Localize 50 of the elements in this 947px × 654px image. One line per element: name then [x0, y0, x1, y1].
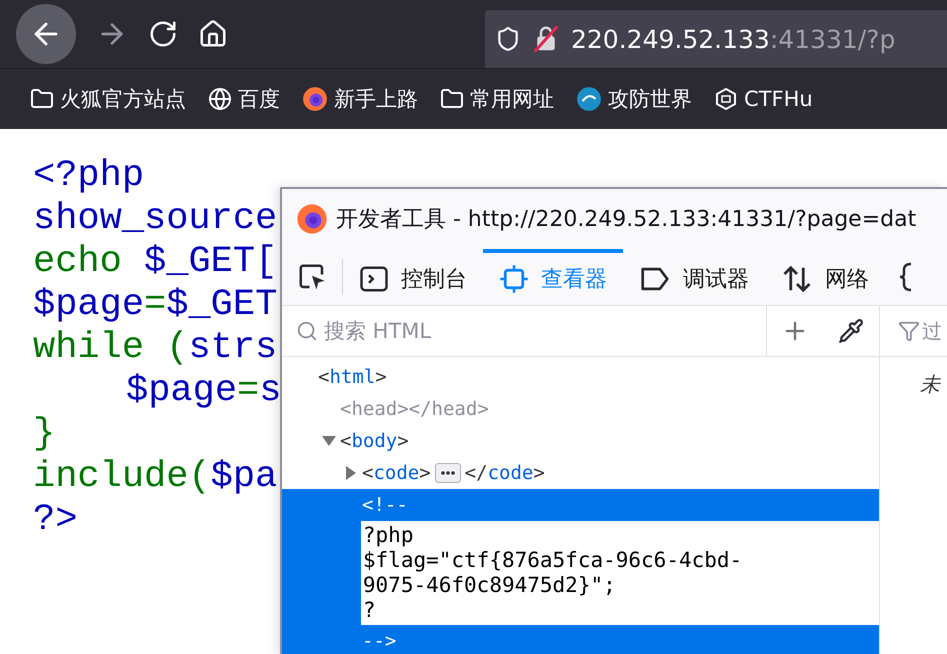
collapse-triangle-icon[interactable]: [346, 466, 356, 480]
devtools-tab[interactable]: 调试器: [623, 249, 765, 305]
bookmark-link[interactable]: 百度: [238, 85, 280, 113]
inspector-icon: [499, 264, 529, 294]
html-tag[interactable]: <code>: [362, 462, 431, 484]
code-line: <?php: [33, 155, 146, 198]
up-down-arrows-icon: [781, 264, 813, 294]
bookmark-link[interactable]: 攻防世界: [608, 85, 692, 113]
home-button[interactable]: [198, 19, 228, 49]
bookmark-link[interactable]: CTFHu: [744, 87, 813, 111]
brace-icon[interactable]: [899, 262, 913, 292]
devtools-tab[interactable]: 控制台: [343, 249, 483, 305]
search-icon: [296, 320, 318, 342]
search-field[interactable]: 搜索 HTML: [322, 318, 746, 344]
comment-close-tag: -->: [362, 628, 396, 654]
tag-icon: [639, 265, 671, 293]
fox-logo-icon: [296, 203, 328, 235]
folder-icon: [30, 87, 54, 111]
html-tag[interactable]: <body>: [340, 430, 409, 452]
comment-edit-field[interactable]: ?php $flag="ctf{876a5fca-96c6-4cbd-9075-46f0c89475d2}"; ?: [360, 521, 879, 625]
folder-icon: [440, 87, 464, 111]
bookmark-link[interactable]: 火狐官方站点: [60, 85, 186, 113]
html-close-tag: </code>: [464, 462, 545, 484]
hexagon-logo-icon: [714, 87, 738, 111]
globe-icon: [208, 87, 232, 111]
comment-open-tag: <!--: [362, 492, 408, 518]
code-line: }: [33, 413, 56, 456]
round-logo-icon: [576, 86, 602, 112]
ellipsis-badge-icon[interactable]: [434, 463, 461, 483]
filter-icon: [898, 320, 920, 342]
fox-logo-icon: [302, 86, 328, 112]
code-line: include($pa: [33, 456, 278, 499]
html-tag[interactable]: <html>: [318, 366, 387, 388]
selected-node-highlight[interactable]: <!-- ?php $flag="ctf{876a5fca-96c6-4cbd-9075-46f0c89475d2}"; ? -->: [282, 489, 879, 654]
side-panel-text: 未: [920, 371, 942, 398]
code-line: while (strs: [33, 327, 278, 370]
bookmark-link[interactable]: 新手上路: [334, 85, 418, 113]
expand-triangle-icon[interactable]: [322, 436, 336, 446]
console-icon: [359, 264, 389, 294]
reload-button[interactable]: [148, 19, 178, 49]
eyedropper-icon[interactable]: [838, 318, 864, 344]
bookmark-link[interactable]: 常用网址: [470, 85, 554, 113]
code-line: $page=s: [125, 370, 282, 413]
code-line: echo $_GET[: [33, 241, 278, 284]
code-line: $page=$_GET: [33, 284, 278, 327]
code-line: ?>: [33, 499, 78, 542]
insecure-lock-icon[interactable]: [531, 24, 561, 54]
devtools-tab[interactable]: 网络: [765, 249, 885, 305]
code-line: show_source: [33, 198, 278, 241]
window-title: 开发者工具 - http://220.249.52.133:41331/?page=dat: [336, 206, 916, 234]
